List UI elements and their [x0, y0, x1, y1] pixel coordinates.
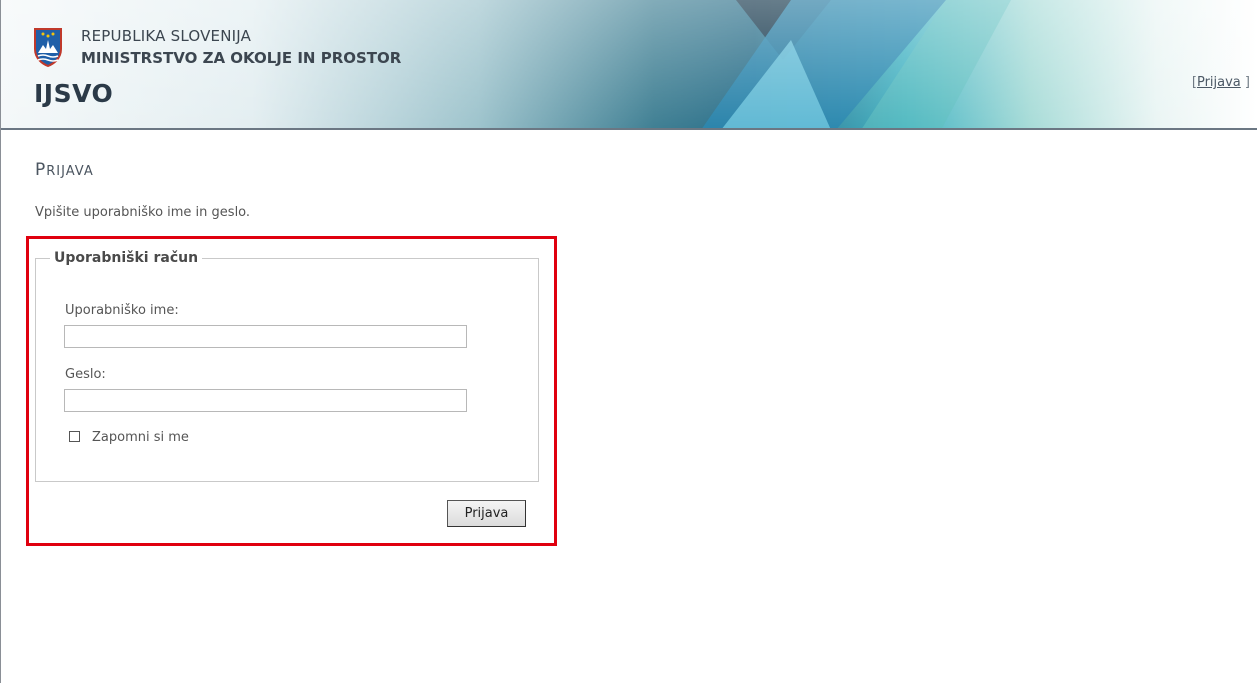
login-submit-button[interactable]: Prijava [447, 500, 526, 527]
page-title: PRIJAVA [35, 160, 94, 180]
page: REPUBLIKA SLOVENIJA MINISTRSTVO ZA OKOLJ… [0, 0, 1257, 683]
header-banner: REPUBLIKA SLOVENIJA MINISTRSTVO ZA OKOLJ… [1, 0, 1257, 130]
password-label: Geslo: [65, 367, 106, 382]
account-legend: Uporabniški račun [54, 250, 199, 266]
instruction-text: Vpišite uporabniško ime in geslo. [35, 205, 251, 220]
remember-me-label[interactable]: Zapomni si me [92, 430, 189, 445]
bracket-close: ] [1240, 75, 1250, 90]
header-login-link[interactable]: Prijava [1197, 75, 1241, 90]
remember-me-checkbox[interactable] [69, 431, 80, 442]
page-title-rest: RIJAVA [46, 164, 94, 179]
app-title: IJSVO [34, 79, 114, 108]
slovenia-coat-of-arms-icon [34, 28, 62, 67]
page-title-first-letter: P [35, 160, 47, 180]
org-line-republic: REPUBLIKA SLOVENIJA [81, 27, 252, 45]
username-input[interactable] [64, 325, 467, 348]
header-login-area: [Prijava ] [1192, 75, 1250, 90]
username-label: Uporabniško ime: [65, 303, 179, 318]
password-input[interactable] [64, 389, 467, 412]
account-fieldset: Uporabniški račun [35, 250, 539, 482]
org-line-ministry: MINISTRSTVO ZA OKOLJE IN PROSTOR [81, 49, 402, 67]
